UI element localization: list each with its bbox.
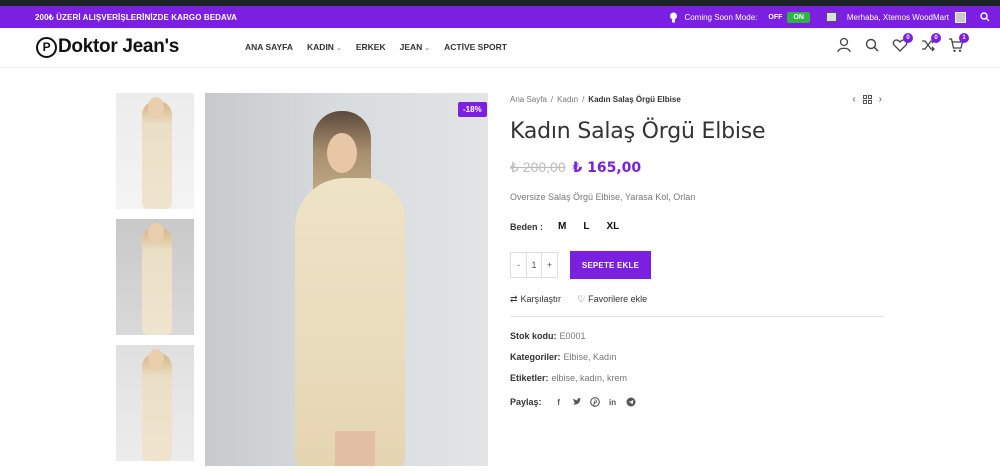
search-icon[interactable] [980,12,990,22]
chevron-right-icon[interactable]: › [879,94,882,105]
header-icons: 0 0 1 [836,33,969,53]
thumbnail-1[interactable] [116,93,194,209]
product-title: Kadın Salaş Örgü Elbise [510,119,766,144]
breadcrumb-current: Kadın Salaş Örgü Elbise [588,95,681,104]
nav-item-kadin[interactable]: KADIN ⌄ [307,42,342,52]
twitter-icon[interactable] [572,397,582,407]
tags-row: Etiketler: elbise, kadın, krem [510,373,627,383]
thumb-figure-head [148,349,164,369]
user-icon[interactable] [836,37,852,53]
tags-value[interactable]: elbise, kadın, krem [552,373,628,383]
size-option-xl[interactable]: XL [606,221,619,232]
product-main-image[interactable] [205,93,488,466]
user-greeting[interactable]: Merhaba, Xtemos WoodMart [847,13,949,22]
breadcrumb-separator: / [550,95,554,104]
breadcrumb-category[interactable]: Kadın [557,95,578,104]
topbar-right: Coming Soon Mode: OFF ON Merhaba, Xtemos… [669,11,990,23]
shuffle-icon: ⇄ [510,294,518,304]
product-price: ₺ 200,00 ₺ 165,00 [510,159,641,176]
monitor-icon[interactable] [825,12,837,22]
size-option-l[interactable]: L [583,221,589,232]
thumb-figure [142,101,172,209]
categories-value[interactable]: Elbise, Kadın [564,352,617,362]
tags-label: Etiketler: [510,373,549,383]
avatar[interactable] [955,11,966,23]
categories-row: Kategoriler: Elbise, Kadın [510,352,617,362]
sku-label: Stok kodu: [510,331,557,341]
top-bar: 200₺ ÜZERİ ALIŞVERİŞLERİNİZDE KARGO BEDA… [0,6,1000,28]
main-nav: ANA SAYFA KADIN ⌄ ERKEK JEAN ⌄ ACTİVE SPOR… [245,42,507,52]
image-dress [295,178,405,466]
wishlist-label: Favorilere ekle [588,294,648,304]
search-icon[interactable] [864,37,880,53]
thumb-figure-head [148,223,164,243]
coming-soon-label: Coming Soon Mode: [684,12,758,22]
add-to-cart-button[interactable]: SEPETE EKLE [570,251,651,279]
compare-button[interactable]: 0 [920,33,941,53]
size-label: Beden : [510,221,544,232]
thumbnail-2[interactable] [116,219,194,335]
wishlist-button[interactable]: 0 [892,33,913,53]
breadcrumb: Ana Sayfa / Kadın / Kadın Salaş Örgü Elbise [510,95,681,104]
breadcrumb-separator: / [582,95,585,104]
thumb-figure [142,353,172,461]
chevron-down-icon: ⌄ [424,45,431,52]
nav-item-label: JEAN [399,42,423,52]
wishlist-link[interactable]: ♡ Favorilere ekle [577,294,647,305]
price-new: ₺ 165,00 [572,160,642,176]
cart-button[interactable]: 1 [948,33,969,53]
quantity-stepper: - 1 + [510,252,558,278]
compare-label: Karşılaştır [520,294,562,304]
image-face [327,133,357,173]
share-label: Paylaş: [510,397,542,407]
nav-item-erkek[interactable]: ERKEK [356,42,386,52]
site-header: P Doktor Jean's ANA SAYFA KADIN ⌄ ERKEK J… [0,28,1000,68]
nav-item-ana-sayfa[interactable]: ANA SAYFA [245,42,293,52]
image-legs [335,431,375,466]
linkedin-icon[interactable]: in [608,397,618,407]
facebook-icon[interactable]: f [554,397,564,407]
toggle-on-label[interactable]: ON [787,11,810,23]
product-thumbnails [116,93,194,471]
nav-item-label: KADIN [307,42,334,52]
nav-item-jean[interactable]: JEAN ⌄ [400,42,431,52]
grid-icon[interactable] [862,95,872,104]
short-description: Oversize Salaş Örgü Elbise, Yarasa Kol, … [510,192,696,202]
telegram-icon[interactable] [626,397,636,407]
logo-text: Doktor Jean's [58,36,179,57]
price-old: ₺ 200,00 [510,159,566,175]
product-actions: ⇄ Karşılaştır ♡ Favorilere ekle [510,294,647,305]
share-row: Paylaş: f in [510,397,636,407]
heart-icon: ♡ [577,294,586,304]
size-selector: Beden : M L XL [510,221,636,232]
sale-badge: -18% [458,102,487,117]
thumbnail-3[interactable] [116,345,194,461]
lightbulb-icon [670,12,678,22]
site-logo[interactable]: P Doktor Jean's [36,36,179,58]
categories-label: Kategoriler: [510,352,561,362]
sku-value: E0001 [559,331,586,341]
logo-mark: P [36,36,57,58]
pinterest-icon[interactable] [589,397,600,407]
compare-count-badge: 0 [931,33,941,43]
thumb-figure-head [148,97,164,117]
toggle-off-label[interactable]: OFF [763,12,787,23]
coming-soon-toggle[interactable]: OFF ON [763,11,810,23]
sku-row: Stok kodu: E0001 [510,331,586,341]
chevron-left-icon[interactable]: ‹ [852,94,855,105]
divider [510,316,885,317]
qty-input[interactable]: 1 [526,253,542,277]
qty-minus-button[interactable]: - [511,260,526,270]
wishlist-count-badge: 0 [903,33,913,43]
promo-text: 200₺ ÜZERİ ALIŞVERİŞLERİNİZDE KARGO BEDA… [35,12,238,22]
product-navigation: ‹ › [852,94,882,105]
qty-plus-button[interactable]: + [542,260,557,270]
nav-item-active-sport[interactable]: ACTİVE SPORT [444,42,507,52]
cart-count-badge: 1 [959,33,969,43]
breadcrumb-home[interactable]: Ana Sayfa [510,95,547,104]
chevron-down-icon: ⌄ [335,45,342,52]
thumb-figure [142,227,172,335]
compare-link[interactable]: ⇄ Karşılaştır [510,294,561,305]
size-option-m[interactable]: M [558,221,566,232]
